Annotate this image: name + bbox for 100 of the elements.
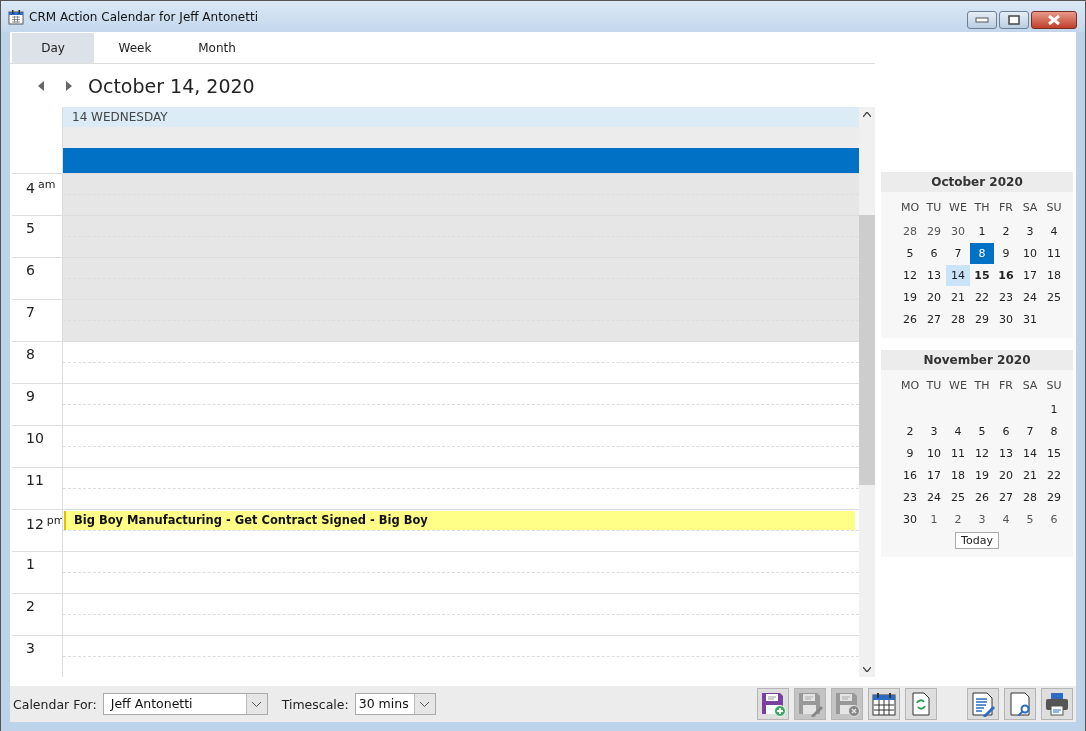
- calendar-day[interactable]: 28: [898, 220, 922, 242]
- calendar-day[interactable]: 14: [946, 264, 970, 286]
- close-button[interactable]: [1031, 11, 1077, 29]
- calendar-day[interactable]: 20: [922, 286, 946, 308]
- calendar-day[interactable]: 3: [1018, 220, 1042, 242]
- calendar-day[interactable]: 18: [1042, 264, 1066, 286]
- calendar-day[interactable]: 25: [1042, 286, 1066, 308]
- calendar-day[interactable]: 3: [922, 420, 946, 442]
- calendar-day[interactable]: 21: [1018, 464, 1042, 486]
- calendar-day[interactable]: 2: [994, 220, 1018, 242]
- calendar-day[interactable]: 30: [898, 508, 922, 530]
- calendar-day[interactable]: 1: [970, 220, 994, 242]
- calendar-day[interactable]: 6: [922, 242, 946, 264]
- calendar-day[interactable]: 6: [1042, 508, 1066, 530]
- calendar-day[interactable]: 16: [898, 464, 922, 486]
- previous-icon[interactable]: [38, 80, 44, 91]
- save-edit-icon: [797, 691, 823, 717]
- calendar-day[interactable]: 10: [922, 442, 946, 464]
- calendar-day[interactable]: 31: [1018, 308, 1042, 330]
- scroll-down-icon[interactable]: [863, 667, 871, 672]
- calendar-day[interactable]: 28: [1018, 486, 1042, 508]
- hour-label: 2: [26, 597, 35, 615]
- calendar-day[interactable]: 4: [1042, 220, 1066, 242]
- calendar-day[interactable]: 5: [898, 242, 922, 264]
- calendar-day[interactable]: 30: [994, 308, 1018, 330]
- calendar-day[interactable]: 24: [922, 486, 946, 508]
- appointment[interactable]: Big Boy Manufacturing - Get Contract Signed - Big Boy: [64, 511, 855, 530]
- calendar-day[interactable]: 1: [922, 508, 946, 530]
- calendar-day[interactable]: 19: [898, 286, 922, 308]
- toolbar-button[interactable]: [1004, 688, 1036, 720]
- calendar-day[interactable]: 2: [946, 508, 970, 530]
- calendar-day[interactable]: 11: [946, 442, 970, 464]
- calendar-day[interactable]: 7: [946, 242, 970, 264]
- calendar-day[interactable]: 4: [946, 420, 970, 442]
- calendar-day[interactable]: 15: [1042, 442, 1066, 464]
- calendar-day[interactable]: 7: [1018, 420, 1042, 442]
- calendar-day[interactable]: 30: [946, 220, 970, 242]
- scrollbar[interactable]: [859, 107, 875, 677]
- toolbar-button[interactable]: [757, 688, 789, 720]
- calendar-day[interactable]: 20: [994, 464, 1018, 486]
- calendar-day[interactable]: 5: [1018, 508, 1042, 530]
- calendar-day[interactable]: 11: [1042, 242, 1066, 264]
- calendar-day[interactable]: 6: [994, 420, 1018, 442]
- hour-label: 4 $^{am}$: [26, 177, 56, 197]
- calendar-day[interactable]: 13: [922, 264, 946, 286]
- scroll-up-icon[interactable]: [863, 112, 871, 117]
- calendar-day[interactable]: 4: [994, 508, 1018, 530]
- calendar-day[interactable]: 27: [994, 486, 1018, 508]
- calendar-day[interactable]: 15: [970, 264, 994, 286]
- calendar-day[interactable]: 5: [970, 420, 994, 442]
- maximize-button[interactable]: [999, 11, 1029, 29]
- calendar-day[interactable]: 13: [994, 442, 1018, 464]
- toolbar-button[interactable]: [868, 688, 900, 720]
- toolbar-button[interactable]: [1041, 688, 1073, 720]
- calendar-day[interactable]: 9: [898, 442, 922, 464]
- calendar-day[interactable]: 2: [898, 420, 922, 442]
- calendar-day[interactable]: 9: [994, 242, 1018, 264]
- calendar-day[interactable]: 19: [970, 464, 994, 486]
- today-button[interactable]: Today: [955, 532, 999, 549]
- minimize-button[interactable]: [967, 11, 997, 29]
- calendar-day[interactable]: 24: [1018, 286, 1042, 308]
- view-tab[interactable]: Day: [12, 33, 94, 63]
- scrollbar-thumb[interactable]: [859, 215, 875, 485]
- calendar-day[interactable]: 26: [898, 308, 922, 330]
- calendar-for-dropdown[interactable]: Jeff Antonetti: [102, 693, 268, 715]
- calendar-day[interactable]: 23: [994, 286, 1018, 308]
- weekday-label: FR: [998, 378, 1014, 392]
- calendar-day[interactable]: 1: [1042, 398, 1066, 420]
- toolbar-button[interactable]: [905, 688, 937, 720]
- calendar-day[interactable]: 29: [922, 220, 946, 242]
- weekday-label: SU: [1045, 200, 1063, 214]
- calendar-day[interactable]: 18: [946, 464, 970, 486]
- weekday-label: FR: [998, 200, 1014, 214]
- calendar-day[interactable]: 29: [1042, 486, 1066, 508]
- next-icon[interactable]: [66, 80, 72, 91]
- weekday-label: TU: [925, 378, 943, 392]
- weekday-label: TH: [973, 200, 991, 214]
- calendar-day[interactable]: 10: [1018, 242, 1042, 264]
- calendar-day[interactable]: 25: [946, 486, 970, 508]
- calendar-day[interactable]: 8: [970, 242, 994, 264]
- calendar-day[interactable]: 17: [922, 464, 946, 486]
- toolbar-button[interactable]: [967, 688, 999, 720]
- calendar-day[interactable]: 26: [970, 486, 994, 508]
- timescale-dropdown[interactable]: 30 mins: [354, 693, 436, 715]
- calendar-day[interactable]: 8: [1042, 420, 1066, 442]
- calendar-day[interactable]: 14: [1018, 442, 1042, 464]
- calendar-day[interactable]: 29: [970, 308, 994, 330]
- calendar-day[interactable]: 12: [970, 442, 994, 464]
- calendar-day[interactable]: 16: [994, 264, 1018, 286]
- calendar-day[interactable]: 17: [1018, 264, 1042, 286]
- calendar-day[interactable]: 28: [946, 308, 970, 330]
- hour-label: 8: [26, 345, 35, 363]
- calendar-day[interactable]: 27: [922, 308, 946, 330]
- calendar-day[interactable]: 12: [898, 264, 922, 286]
- weekday-label: SA: [1021, 378, 1039, 392]
- calendar-day[interactable]: 21: [946, 286, 970, 308]
- calendar-day[interactable]: 3: [970, 508, 994, 530]
- calendar-day[interactable]: 23: [898, 486, 922, 508]
- calendar-day[interactable]: 22: [1042, 464, 1066, 486]
- calendar-day[interactable]: 22: [970, 286, 994, 308]
